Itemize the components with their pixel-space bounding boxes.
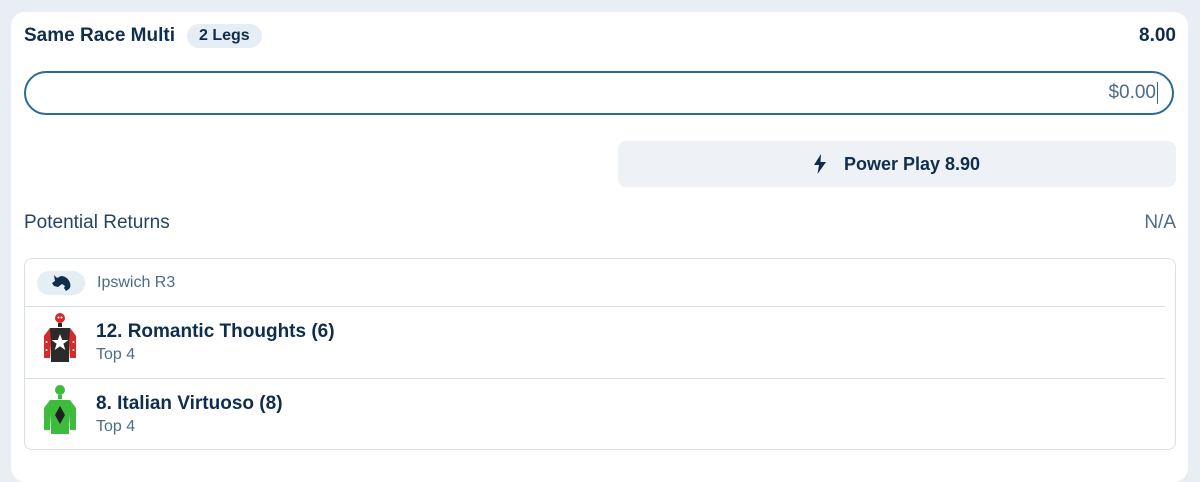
potential-returns-label: Potential Returns [24, 212, 170, 233]
stake-value: $0.00 [1108, 82, 1156, 103]
bet-header: Same Race Multi 2 Legs 8.00 [24, 22, 1176, 50]
leg-row[interactable]: 12. Romantic Thoughts (6) Top 4 [25, 307, 1165, 378]
potential-returns-value: N/A [1144, 212, 1176, 233]
horse-head-icon [37, 270, 85, 295]
legs-list: Ipswich R3 12. Romantic Thoughts (6) Top… [24, 258, 1176, 450]
potential-returns-row: Potential Returns N/A [24, 210, 1176, 236]
jockey-silk-icon [44, 312, 76, 362]
runner-market: Top 4 [96, 418, 136, 435]
bet-title: Same Race Multi [24, 25, 175, 46]
jockey-silk-icon [44, 384, 76, 434]
text-caret [1157, 82, 1158, 104]
power-play-label: Power Play 8.90 [843, 153, 981, 174]
same-race-multi-card: Same Race Multi 2 Legs 8.00 $0.00 Power … [11, 12, 1188, 482]
race-name: Ipswich R3 [97, 273, 176, 291]
leg-row[interactable]: 8. Italian Virtuoso (8) Top 4 [25, 378, 1165, 450]
runner-name: 12. Romantic Thoughts (6) [96, 321, 335, 342]
power-play-button[interactable]: Power Play 8.90 [618, 141, 1176, 187]
runner-market: Top 4 [96, 346, 136, 363]
race-header: Ipswich R3 [25, 259, 1165, 307]
stake-input[interactable]: $0.00 [24, 71, 1174, 115]
combined-odds: 8.00 [1139, 25, 1176, 46]
legs-count-badge: 2 Legs [187, 24, 262, 48]
lightning-bolt-icon [813, 154, 826, 174]
runner-name: 8. Italian Virtuoso (8) [96, 393, 283, 414]
